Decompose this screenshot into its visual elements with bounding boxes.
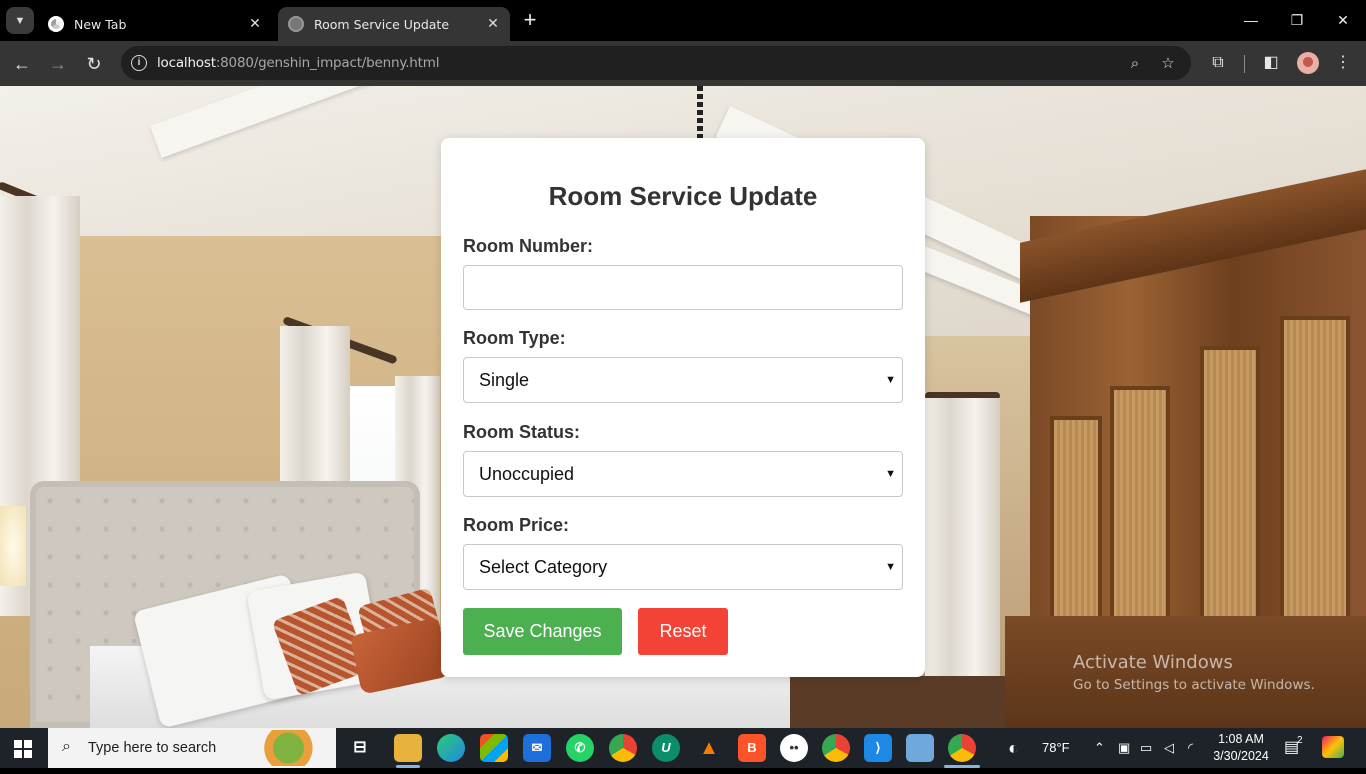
upwork-icon[interactable]: U	[652, 734, 680, 762]
vscode-icon[interactable]: ⟩	[864, 734, 892, 762]
room-status-select[interactable]: Unoccupied ▼	[463, 451, 903, 497]
tab-title: Room Service Update	[314, 16, 450, 32]
watermark-title: Activate Windows	[1073, 652, 1233, 673]
back-button[interactable]: ←	[9, 51, 35, 77]
room-service-form: Room Service Update Room Number: Room Ty…	[441, 138, 925, 677]
page-viewport: Room Service Update Room Number: Room Ty…	[0, 86, 1366, 728]
chevron-down-icon: ▼	[885, 561, 896, 573]
room-status-label: Room Status:	[463, 422, 580, 442]
side-panel-icon[interactable]: ◧	[1259, 51, 1283, 75]
tab-title: New Tab	[74, 16, 127, 32]
curtain	[925, 398, 1000, 688]
app-icon[interactable]: ••	[780, 734, 808, 762]
room-type-label: Room Type:	[463, 328, 566, 348]
brave-icon[interactable]: B	[738, 734, 766, 762]
chevron-down-icon: ▼	[885, 374, 896, 386]
system-clock[interactable]: 1:08 AM 3/30/2024	[1212, 731, 1270, 765]
taskbar-search[interactable]: ⌕ Type here to search	[48, 728, 336, 768]
chrome-icon	[48, 16, 64, 32]
room-price-select[interactable]: Select Category ▼	[463, 544, 903, 590]
notification-count: 2	[1297, 735, 1303, 746]
search-placeholder: Type here to search	[88, 740, 217, 756]
mail-icon[interactable]: ✉	[523, 734, 551, 762]
volume-icon[interactable]: ◁	[1164, 728, 1174, 768]
armoire-panel	[1050, 416, 1102, 626]
browser-tab-bar: ▼ New Tab ✕ Room Service Update ✕ + — ❐ …	[0, 0, 1366, 41]
reload-button[interactable]: ↻	[81, 51, 107, 77]
chandelier-chain	[697, 86, 703, 138]
globe-icon	[288, 16, 304, 32]
tab-room-service-update[interactable]: Room Service Update ✕	[278, 7, 510, 41]
store-icon[interactable]	[480, 734, 508, 762]
clock-date: 3/30/2024	[1213, 749, 1269, 763]
reset-button[interactable]: Reset	[638, 608, 728, 655]
copilot-icon[interactable]	[1322, 736, 1344, 758]
close-icon[interactable]: ✕	[482, 16, 504, 32]
tab-search-button[interactable]: ▼	[6, 7, 34, 34]
armoire-panel	[1110, 386, 1170, 626]
virtualbox-icon[interactable]	[906, 734, 934, 762]
browser-toolbar: ← → ↻ i localhost:8080/genshin_impact/be…	[0, 41, 1366, 86]
url-text: localhost:8080/genshin_impact/benny.html	[157, 55, 440, 71]
weather-icon[interactable]: ◐	[1008, 728, 1019, 768]
toolbar-divider	[1244, 55, 1245, 73]
chevron-down-icon: ▼	[885, 468, 896, 480]
lamp	[0, 506, 26, 586]
zoom-icon[interactable]: ⌕	[1125, 54, 1145, 74]
room-type-value: Single	[479, 370, 530, 390]
restore-button[interactable]: ❐	[1274, 8, 1320, 32]
windows-start-button[interactable]	[14, 740, 32, 758]
chrome-active-icon[interactable]	[948, 734, 976, 762]
address-bar[interactable]: i localhost:8080/genshin_impact/benny.ht…	[121, 46, 1191, 80]
armoire-panel	[1280, 316, 1350, 626]
new-tab-button[interactable]: +	[518, 9, 542, 33]
chrome-icon[interactable]	[609, 734, 637, 762]
task-view-icon[interactable]: ⊟	[346, 734, 374, 762]
save-changes-button[interactable]: Save Changes	[463, 608, 622, 655]
activate-windows-watermark: Activate Windows Go to Settings to activ…	[1073, 652, 1315, 693]
whatsapp-icon[interactable]: ✆	[566, 734, 594, 762]
room-type-select[interactable]: Single ▼	[463, 357, 903, 403]
search-highlight-image	[262, 730, 328, 766]
show-hidden-icons-icon[interactable]: ⌃	[1094, 728, 1105, 768]
battery-icon[interactable]: ▭	[1140, 728, 1152, 768]
room-number-input[interactable]	[463, 265, 903, 310]
watermark-subtitle: Go to Settings to activate Windows.	[1073, 677, 1315, 693]
chrome-profile-icon[interactable]	[822, 734, 850, 762]
windows-taskbar: ⌕ Type here to search ⊟ ✉ ✆ U ▲ B •• ⟩ ◐…	[0, 728, 1366, 768]
meet-icon[interactable]: ▣	[1118, 728, 1130, 768]
page-title: Room Service Update	[548, 181, 818, 211]
extensions-icon[interactable]: ⧉	[1206, 51, 1230, 75]
room-number-label: Room Number:	[463, 236, 593, 256]
weather-temp[interactable]: 78°F	[1042, 728, 1070, 768]
close-icon[interactable]: ✕	[244, 16, 266, 32]
search-icon: ⌕	[62, 738, 71, 755]
room-price-value: Select Category	[479, 557, 608, 577]
chevron-down-icon: ▼	[14, 14, 26, 27]
armoire-panel	[1200, 346, 1260, 626]
forward-button[interactable]: →	[45, 51, 71, 77]
profile-avatar[interactable]	[1297, 52, 1319, 74]
info-icon[interactable]: i	[131, 55, 147, 71]
clock-time: 1:08 AM	[1218, 732, 1264, 746]
room-price-label: Room Price:	[463, 515, 570, 535]
vlc-icon[interactable]: ▲	[695, 734, 723, 762]
room-status-value: Unoccupied	[479, 464, 575, 484]
star-icon[interactable]: ☆	[1158, 54, 1178, 74]
close-window-button[interactable]: ✕	[1320, 8, 1366, 32]
edge-icon[interactable]	[437, 734, 465, 762]
file-explorer-icon[interactable]	[394, 734, 422, 762]
wifi-icon[interactable]: ◜	[1188, 728, 1193, 768]
tab-new-tab[interactable]: New Tab ✕	[38, 7, 272, 41]
minimize-button[interactable]: —	[1228, 8, 1274, 32]
menu-icon[interactable]: ⋮	[1331, 51, 1355, 75]
